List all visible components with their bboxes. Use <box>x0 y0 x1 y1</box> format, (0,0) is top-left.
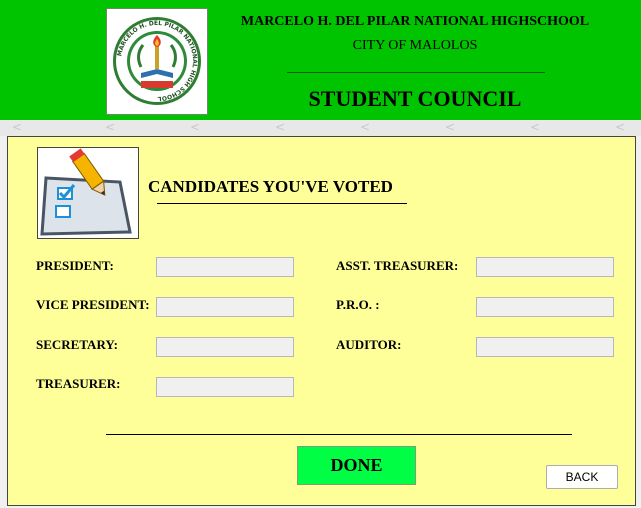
voted-candidates-panel: CANDIDATES YOU'VE VOTED PRESIDENT: VICE … <box>7 136 636 506</box>
title-underline <box>157 203 407 204</box>
asst-treasurer-label: ASST. TREASURER: <box>336 258 459 273</box>
section-title: CANDIDATES YOU'VE VOTED <box>148 177 393 196</box>
pro-field[interactable] <box>476 297 614 317</box>
decorative-strip: < < < < < < < < <box>0 120 641 136</box>
auditor-label: AUDITOR: <box>336 337 402 352</box>
president-label: PRESIDENT: <box>36 258 114 273</box>
back-button[interactable]: BACK <box>546 465 618 489</box>
done-button[interactable]: DONE <box>297 446 416 485</box>
treasurer-label: TREASURER: <box>36 376 121 391</box>
pro-label: P.R.O. : <box>336 297 380 312</box>
header-banner: MARCELO H. DEL PILAR NATIONAL HIGH SCHOO… <box>0 0 641 120</box>
school-seal-icon: MARCELO H. DEL PILAR NATIONAL HIGH SCHOO… <box>113 17 201 105</box>
asst-treasurer-field[interactable] <box>476 257 614 277</box>
vice-president-field[interactable] <box>156 297 294 317</box>
school-name: MARCELO H. DEL PILAR NATIONAL HIGHSCHOOL <box>240 14 590 29</box>
secretary-field[interactable] <box>156 337 294 357</box>
treasurer-field[interactable] <box>156 377 294 397</box>
vice-president-label: VICE PRESIDENT: <box>36 297 150 312</box>
ballot-checklist-icon <box>37 147 139 239</box>
school-logo: MARCELO H. DEL PILAR NATIONAL HIGH SCHOO… <box>106 8 208 115</box>
header-divider <box>287 72 545 73</box>
president-field[interactable] <box>156 257 294 277</box>
auditor-field[interactable] <box>476 337 614 357</box>
page-title: STUDENT COUNCIL <box>308 86 522 111</box>
bottom-divider <box>106 434 572 435</box>
school-city: CITY OF MALOLOS <box>352 38 478 53</box>
secretary-label: SECRETARY: <box>36 337 118 352</box>
